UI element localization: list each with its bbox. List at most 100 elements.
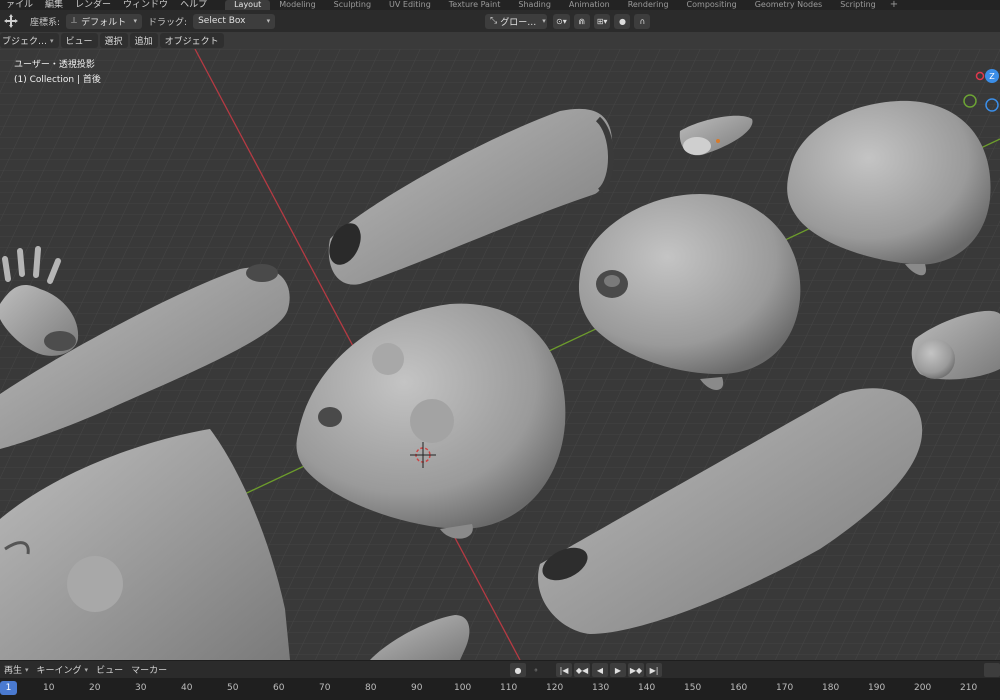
projection-label: ユーザー・透視投影 [14, 60, 95, 70]
tick-label: 150 [684, 683, 702, 693]
tab-rendering[interactable]: Rendering [619, 0, 678, 10]
tick-label: 50 [227, 683, 239, 693]
workspace-tabs: Layout Modeling Sculpting UV Editing Tex… [225, 0, 903, 10]
play-icon[interactable]: ▶ [610, 663, 626, 677]
drag-value: Select Box [198, 16, 246, 26]
transform-orientation-dropdown[interactable]: ⤡ グロー… ▾ [485, 13, 547, 29]
view-menu[interactable]: ビュー [60, 33, 98, 48]
pivot-icon[interactable]: ⊙▾ [553, 13, 570, 29]
axes-icon: ⤡ [490, 16, 498, 26]
tick-label: 10 [43, 683, 55, 693]
tab-compositing[interactable]: Compositing [678, 0, 746, 10]
menu-file[interactable]: ァイル [0, 0, 39, 10]
tick-label: 70 [319, 683, 331, 693]
tick-label: 200 [914, 683, 932, 693]
z-neg-icon[interactable] [985, 98, 999, 112]
tab-texture-paint[interactable]: Texture Paint [440, 0, 510, 10]
drag-dropdown[interactable]: Select Box ▾ [193, 13, 276, 29]
viewport-header: 座標系: ⟂ デフォルト ▾ ドラッグ: Select Box ▾ ⤡ グロー…… [0, 10, 1000, 32]
viewport-info: ユーザー・透視投影 (1) Collection | 首後 [14, 58, 101, 88]
timeline-right-button[interactable] [984, 663, 1000, 677]
y-axis-icon[interactable] [963, 94, 977, 108]
snap-icon[interactable]: ⋒ [573, 13, 590, 29]
menu-render[interactable]: レンダー [69, 0, 117, 10]
top-menu-bar: ァイル 編集 レンダー ウィンドウ ヘルプ Layout Modeling Sc… [0, 0, 1000, 10]
collection-label: (1) Collection | 首後 [14, 75, 101, 85]
tick-label: 160 [730, 683, 748, 693]
tick-label: 90 [411, 683, 423, 693]
select-menu[interactable]: 選択 [99, 33, 128, 48]
menu-help[interactable]: ヘルプ [174, 0, 213, 10]
orientation-icon: ⟂ [71, 16, 78, 26]
frame-ruler[interactable]: 1 10 20 30 40 50 60 70 80 90 100 110 120… [0, 678, 1000, 700]
marker-menu[interactable]: マーカー [127, 663, 171, 676]
keying-label: キーイング [36, 666, 82, 676]
keying-menu[interactable]: キーイング ▾ [33, 663, 93, 677]
next-keyframe-icon[interactable]: ▶◆ [628, 663, 644, 677]
tick-label: 40 [181, 683, 193, 693]
add-menu[interactable]: 追加 [129, 33, 158, 48]
falloff-icon[interactable]: ∩ [634, 13, 651, 29]
current-frame-indicator[interactable]: 1 [0, 681, 17, 695]
menu-edit[interactable]: 編集 [39, 0, 69, 10]
chevron-down-icon: ▾ [25, 665, 29, 674]
proportional-edit-icon[interactable]: ● [614, 13, 631, 29]
mode-dropdown[interactable]: ブジェク… ▾ [0, 33, 59, 48]
tick-label: 100 [454, 683, 472, 693]
playback-menu[interactable]: 再生 ▾ [0, 663, 33, 677]
prev-keyframe-icon[interactable]: ◆◀ [574, 663, 590, 677]
tick-label: 210 [960, 683, 978, 693]
tick-label: 20 [89, 683, 101, 693]
jump-start-icon[interactable]: |◀ [556, 663, 572, 677]
move-icon[interactable] [0, 10, 22, 32]
chevron-down-icon: ▾ [50, 36, 54, 45]
play-reverse-icon[interactable]: ◀ [592, 663, 608, 677]
chevron-down-icon: ▾ [84, 665, 89, 674]
3d-viewport[interactable] [0, 49, 1000, 660]
tick-label: 130 [592, 683, 610, 693]
tick-label: 170 [776, 683, 794, 693]
record-icon[interactable]: ● [510, 663, 526, 677]
navigation-gizmo[interactable]: Z [960, 64, 1000, 114]
tick-label: 30 [135, 683, 147, 693]
viewport-scene [0, 49, 1000, 660]
tab-scripting[interactable]: Scripting [831, 0, 885, 10]
playback-label: 再生 [4, 666, 23, 676]
orientation-label: 座標系: [30, 17, 61, 28]
timeline-header: 再生 ▾ キーイング ▾ ビュー マーカー ● ◦ |◀ ◆◀ ◀ ▶ ▶◆ ▶| [0, 660, 1000, 678]
menu-window[interactable]: ウィンドウ [117, 0, 174, 10]
chevron-down-icon: ▾ [133, 17, 138, 25]
mode-value: ブジェク… [2, 37, 48, 47]
keyframe-icon[interactable]: ◦ [528, 663, 544, 677]
playback-controls: ● ◦ |◀ ◆◀ ◀ ▶ ▶◆ ▶| [510, 663, 662, 677]
chevron-down-icon: ▾ [266, 17, 271, 25]
tick-label: 60 [273, 683, 285, 693]
tick-label: 180 [822, 683, 840, 693]
chevron-down-icon: ▾ [542, 17, 546, 25]
tab-animation[interactable]: Animation [560, 0, 619, 10]
orientation-dropdown[interactable]: ⟂ デフォルト ▾ [66, 13, 143, 29]
z-label: Z [989, 72, 995, 81]
timeline-view-menu[interactable]: ビュー [92, 663, 127, 676]
tab-geometry-nodes[interactable]: Geometry Nodes [746, 0, 831, 10]
tick-label: 110 [500, 683, 518, 693]
tab-sculpting[interactable]: Sculpting [325, 0, 380, 10]
snap-increment-icon[interactable]: ⊞▾ [593, 13, 611, 29]
tab-shading[interactable]: Shading [509, 0, 560, 10]
viewport-subheader: ブジェク… ▾ ビュー 選択 追加 オブジェクト [0, 32, 240, 49]
orientation-value: デフォルト [81, 17, 127, 28]
tab-modeling[interactable]: Modeling [270, 0, 324, 10]
drag-label: ドラッグ: [148, 17, 188, 28]
tick-label: 140 [638, 683, 656, 693]
tab-layout[interactable]: Layout [225, 0, 271, 10]
tab-uv-editing[interactable]: UV Editing [380, 0, 440, 10]
add-workspace-button[interactable]: + [885, 0, 903, 10]
tick-label: 80 [365, 683, 377, 693]
x-neg-icon[interactable] [975, 71, 985, 81]
transform-value: グロー… [500, 17, 537, 28]
object-menu[interactable]: オブジェクト [159, 33, 224, 48]
tick-label: 120 [546, 683, 564, 693]
tick-label: 190 [868, 683, 886, 693]
jump-end-icon[interactable]: ▶| [646, 663, 662, 677]
header-right-tools: ⤡ グロー… ▾ ⊙▾ ⋒ ⊞▾ ● ∩ [485, 13, 651, 29]
